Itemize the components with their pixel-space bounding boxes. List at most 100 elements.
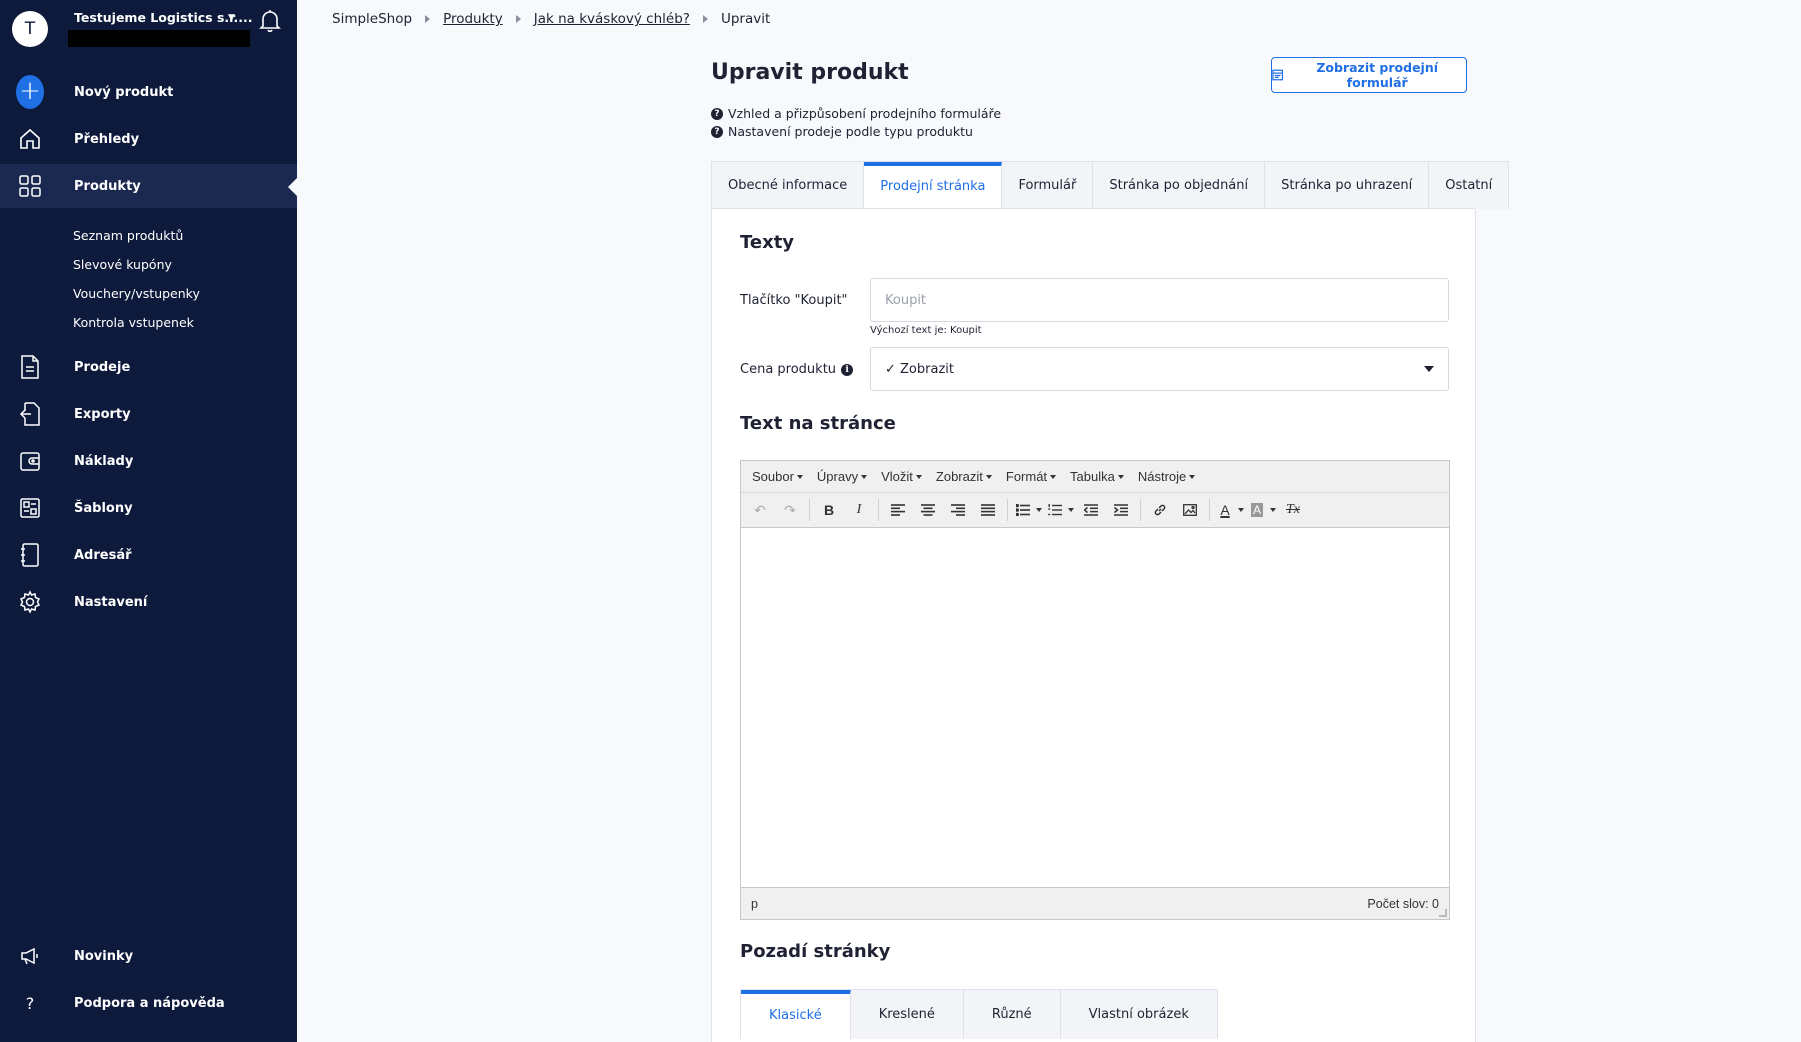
editor-statusbar: p Počet slov: 0 (741, 887, 1449, 919)
caret-down-icon (1117, 474, 1124, 479)
breadcrumb-item[interactable]: Jak na kváskový chléb? (534, 11, 690, 27)
redo-icon[interactable]: ↷ (775, 497, 805, 523)
text-color-icon[interactable]: A (1214, 497, 1236, 523)
active-indicator (288, 177, 298, 197)
menu-edit[interactable]: Úpravy (810, 469, 874, 484)
caret-down-icon (796, 474, 803, 479)
price-display-select[interactable]: ✓ Zobrazit (870, 347, 1449, 391)
tab-form[interactable]: Formulář (1002, 162, 1094, 209)
document-icon (16, 354, 44, 380)
wallet-icon (16, 448, 44, 474)
chevron-right-icon (425, 15, 431, 23)
redacted-block (68, 30, 250, 47)
sidebar-item-exports[interactable]: Exporty (0, 392, 297, 436)
account-name[interactable]: Testujeme Logistics s.r.... (74, 10, 253, 25)
help-link-sales-settings[interactable]: ? Nastavení prodeje podle typu produktu (711, 124, 973, 139)
help-link-label: Nastavení prodeje podle typu produktu (728, 124, 973, 139)
sidebar-item-address-book[interactable]: Adresář (0, 533, 297, 577)
sidebar-item-label: Exporty (74, 406, 131, 422)
caret-down-icon[interactable] (1034, 497, 1044, 523)
breadcrumb-item[interactable]: SimpleShop (332, 11, 412, 27)
tab-sales-page[interactable]: Prodejní stránka (864, 162, 1003, 210)
caret-down-icon[interactable] (1236, 497, 1246, 523)
address-book-icon (16, 542, 44, 568)
sidebar-item-overview[interactable]: Přehledy (0, 117, 297, 161)
question-icon: ? (25, 993, 35, 1013)
align-center-icon[interactable] (913, 497, 943, 523)
sidebar-item-label: Adresář (74, 547, 132, 563)
sidebar-item-templates[interactable]: Šablony (0, 486, 297, 530)
buy-button-hint: Výchozí text je: Koupit (870, 325, 982, 336)
help-link-appearance[interactable]: ? Vzhled a přizpůsobení prodejního formu… (711, 106, 1001, 121)
sidebar-item-label: Náklady (74, 453, 134, 469)
background-color-icon[interactable]: A (1246, 497, 1268, 523)
grid-icon (16, 173, 44, 199)
tab-general-info[interactable]: Obecné informace (712, 162, 865, 209)
avatar[interactable]: T (12, 11, 48, 47)
tab-drawn[interactable]: Kreslené (851, 990, 964, 1039)
caret-down-icon[interactable] (1268, 497, 1278, 523)
breadcrumb-item[interactable]: Produkty (443, 11, 503, 27)
element-path[interactable]: p (751, 897, 758, 911)
tab-after-payment-page[interactable]: Stránka po uhrazení (1265, 162, 1430, 209)
indent-icon[interactable] (1106, 497, 1136, 523)
plus-icon: + (16, 75, 44, 109)
toolbar-divider (1209, 499, 1210, 521)
sidebar-item-news[interactable]: Novinky (0, 934, 297, 978)
bullet-list-icon[interactable] (1012, 497, 1034, 523)
sub-item-coupons[interactable]: Slevové kupóny (73, 257, 172, 272)
align-justify-icon[interactable] (973, 497, 1003, 523)
sidebar-item-new-product[interactable]: + Nový produkt (0, 70, 297, 114)
preview-form-label: Zobrazit prodejní formulář (1316, 60, 1439, 90)
sidebar-item-costs[interactable]: Náklady (0, 439, 297, 483)
italic-icon[interactable]: I (844, 497, 874, 523)
sidebar-item-sales[interactable]: Prodeje (0, 345, 297, 389)
section-title-background: Pozadí stránky (740, 941, 891, 962)
caret-down-icon[interactable] (1066, 497, 1076, 523)
sub-item-ticket-check[interactable]: Kontrola vstupenek (73, 315, 194, 330)
sidebar-item-support[interactable]: ? Podpora a nápověda (0, 981, 297, 1025)
gear-icon (16, 589, 44, 615)
sidebar-item-products[interactable]: Produkty (0, 164, 298, 208)
sub-item-vouchers[interactable]: Vouchery/vstupenky (73, 286, 200, 301)
menu-insert[interactable]: Vložit (874, 469, 929, 484)
menu-tools[interactable]: Nástroje (1131, 469, 1202, 484)
rich-text-editor: Soubor Úpravy Vložit Zobrazit Formát Tab… (740, 460, 1450, 920)
align-left-icon[interactable] (883, 497, 913, 523)
clear-formatting-icon[interactable]: Tx (1278, 497, 1308, 523)
preview-form-button[interactable]: Zobrazit prodejní formulář (1271, 57, 1467, 93)
caret-down-icon[interactable]: ▼ (228, 13, 235, 23)
breadcrumb-current: Upravit (720, 11, 771, 27)
question-circle-icon: ? (711, 125, 723, 138)
undo-icon[interactable]: ↶ (745, 497, 775, 523)
account-switcher[interactable]: T Testujeme Logistics s.r.... ▼ (12, 6, 292, 50)
numbered-list-icon[interactable] (1044, 497, 1066, 523)
image-icon[interactable] (1175, 497, 1205, 523)
link-icon[interactable] (1145, 497, 1175, 523)
outdent-icon[interactable] (1076, 497, 1106, 523)
menu-label: Formát (1005, 469, 1048, 484)
chevron-right-icon (702, 15, 708, 23)
sidebar-item-settings[interactable]: Nastavení (0, 580, 297, 624)
tab-classic[interactable]: Klasické (741, 990, 851, 1040)
menu-view[interactable]: Zobrazit (929, 469, 999, 484)
info-icon[interactable]: i (841, 363, 854, 376)
tab-custom-image[interactable]: Vlastní obrázek (1061, 990, 1217, 1039)
tab-other[interactable]: Ostatní (1429, 162, 1508, 209)
background-tabs: Klasické Kreslené Různé Vlastní obrázek (740, 989, 1218, 1040)
caret-down-icon (915, 474, 922, 479)
bold-icon[interactable]: B (814, 497, 844, 523)
bell-icon[interactable] (258, 8, 282, 34)
menu-file[interactable]: Soubor (745, 469, 810, 484)
tab-various[interactable]: Různé (964, 990, 1061, 1039)
menu-format[interactable]: Formát (999, 469, 1063, 484)
align-right-icon[interactable] (943, 497, 973, 523)
megaphone-icon (16, 943, 44, 969)
buy-button-text-input[interactable] (870, 278, 1449, 322)
menu-table[interactable]: Tabulka (1063, 469, 1131, 484)
tab-after-order-page[interactable]: Stránka po objednání (1093, 162, 1266, 209)
resize-handle-icon[interactable] (1439, 909, 1447, 917)
sub-item-product-list[interactable]: Seznam produktů (73, 228, 183, 243)
chevron-right-icon (515, 15, 521, 23)
editor-content-area[interactable] (741, 528, 1449, 888)
